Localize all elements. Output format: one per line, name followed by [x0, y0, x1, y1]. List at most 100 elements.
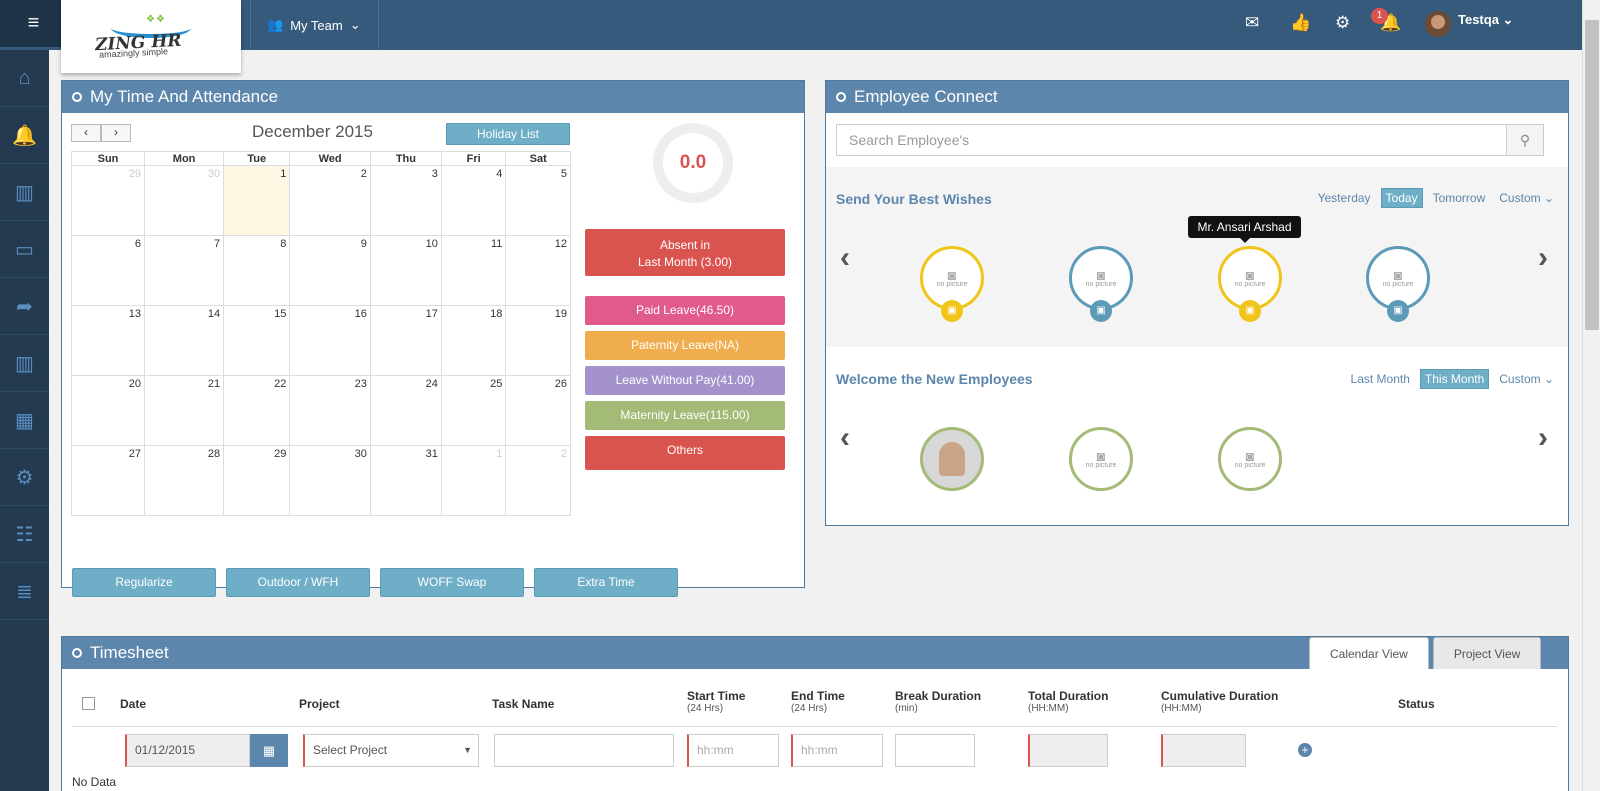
calendar-day[interactable]: 8: [223, 235, 291, 306]
gears-icon[interactable]: ⚙: [0, 449, 49, 506]
calendar-day[interactable]: 29: [223, 445, 291, 516]
leave-without-pay-button[interactable]: Leave Without Pay(41.00): [585, 366, 785, 395]
woff-swap-button[interactable]: WOFF Swap: [380, 568, 524, 597]
mail-icon[interactable]: ✉: [1245, 13, 1259, 33]
calendar-day[interactable]: 31: [369, 445, 442, 516]
calendar-day[interactable]: 22: [223, 375, 291, 446]
calendar-day[interactable]: 24: [369, 375, 442, 446]
filter-last-month[interactable]: Last Month: [1347, 370, 1414, 388]
calendar-day[interactable]: 30: [144, 165, 225, 236]
new-next-arrow[interactable]: ›: [1538, 421, 1548, 455]
calendar-day[interactable]: 6: [70, 235, 146, 306]
filter-custom[interactable]: Custom ⌄: [1495, 189, 1558, 207]
calendar-day[interactable]: 4: [440, 165, 507, 236]
paternity-leave-button[interactable]: Paternity Leave(NA): [585, 331, 785, 360]
tab-project-view[interactable]: Project View: [1432, 637, 1542, 669]
monitor-icon[interactable]: ▭: [0, 221, 49, 278]
calendar-day[interactable]: 20: [70, 375, 146, 446]
task-name-input[interactable]: [494, 734, 674, 767]
calendar-day[interactable]: 23: [289, 375, 371, 446]
extra-time-button[interactable]: Extra Time: [534, 568, 678, 597]
thumbs-up-icon[interactable]: 👍: [1290, 13, 1311, 33]
calendar-icon[interactable]: ▦: [0, 392, 49, 449]
calendar-day[interactable]: 3: [369, 165, 442, 236]
absent-button[interactable]: Absent in Last Month (3.00): [585, 229, 785, 276]
date-input[interactable]: 01/12/2015: [125, 734, 250, 767]
employee-avatar[interactable]: ◙ no picture: [1069, 427, 1133, 491]
calendar-day[interactable]: 30: [289, 445, 371, 516]
prev-month-button[interactable]: ‹: [71, 124, 101, 142]
briefcase-icon[interactable]: ▣: [1090, 300, 1112, 322]
calendar-day[interactable]: 25: [440, 375, 507, 446]
filter-today[interactable]: Today: [1380, 188, 1423, 208]
report-icon[interactable]: ▥: [0, 335, 49, 392]
gear-icon[interactable]: ⚙: [1335, 13, 1350, 33]
user-menu[interactable]: Testqa ⌄: [1458, 12, 1513, 28]
calendar-day[interactable]: 1: [223, 165, 291, 236]
scrollbar-thumb[interactable]: [1585, 20, 1599, 330]
page-scrollbar[interactable]: [1582, 0, 1600, 791]
calendar-day[interactable]: 13: [70, 305, 146, 376]
others-leave-button[interactable]: Others: [585, 436, 785, 470]
share-icon[interactable]: ➦: [0, 278, 49, 335]
calendar-day[interactable]: 27: [70, 445, 146, 516]
tab-calendar-view[interactable]: Calendar View: [1309, 637, 1429, 669]
calendar-icon[interactable]: ▦: [250, 734, 288, 767]
project-select[interactable]: Select Project ▼: [303, 734, 479, 767]
menu-toggle-button[interactable]: ≡: [0, 0, 67, 47]
calendar-day[interactable]: 11: [440, 235, 507, 306]
calendar-day[interactable]: 14: [144, 305, 225, 376]
calendar-day[interactable]: 21: [144, 375, 225, 446]
calendar-day[interactable]: 2: [505, 445, 571, 516]
home-icon[interactable]: ⌂: [0, 50, 49, 107]
end-time-input[interactable]: hh:mm: [791, 734, 883, 767]
company-logo[interactable]: ❖❖ ZING HR amazingly simple: [61, 0, 241, 73]
calendar-day[interactable]: 2: [289, 165, 371, 236]
maternity-leave-button[interactable]: Maternity Leave(115.00): [585, 401, 785, 430]
briefcase-icon[interactable]: ▣: [1387, 300, 1409, 322]
calendar-day[interactable]: 7: [144, 235, 225, 306]
paid-leave-button[interactable]: Paid Leave(46.50): [585, 296, 785, 325]
sitemap-icon[interactable]: ☷: [0, 506, 49, 563]
calendar-day[interactable]: 28: [144, 445, 225, 516]
add-row-icon[interactable]: +: [1298, 743, 1312, 757]
calendar-day[interactable]: 16: [289, 305, 371, 376]
holiday-list-button[interactable]: Holiday List: [446, 123, 570, 145]
next-month-button[interactable]: ›: [101, 124, 131, 142]
project-select-value: Select Project: [313, 743, 388, 757]
calendar-day[interactable]: 1: [440, 445, 507, 516]
search-input[interactable]: Search Employee's: [837, 125, 1506, 155]
calendar-day[interactable]: 29: [70, 165, 146, 236]
server-icon[interactable]: ≣: [0, 563, 49, 620]
calendar-day[interactable]: 9: [289, 235, 371, 306]
wishes-next-arrow[interactable]: ›: [1538, 241, 1548, 275]
calendar-day[interactable]: 17: [369, 305, 442, 376]
employee-avatar[interactable]: ◙ no picture: [1218, 427, 1282, 491]
bell-icon[interactable]: 🔔: [0, 107, 49, 164]
calendar-day[interactable]: 5: [505, 165, 571, 236]
filter-tomorrow[interactable]: Tomorrow: [1429, 189, 1490, 207]
regularize-button[interactable]: Regularize: [72, 568, 216, 597]
calendar-day[interactable]: 10: [369, 235, 442, 306]
calendar-day[interactable]: 19: [505, 305, 571, 376]
filter-this-month[interactable]: This Month: [1419, 369, 1490, 389]
calendar-day[interactable]: 26: [505, 375, 571, 446]
avatar[interactable]: [1425, 11, 1451, 37]
search-icon[interactable]: ⚲: [1506, 125, 1543, 155]
calendar-day[interactable]: 18: [440, 305, 507, 376]
outdoor-wfh-button[interactable]: Outdoor / WFH: [226, 568, 370, 597]
break-duration-input[interactable]: [895, 734, 975, 767]
calendar-day[interactable]: 15: [223, 305, 291, 376]
wishes-prev-arrow[interactable]: ‹: [840, 241, 850, 275]
employee-photo[interactable]: [920, 427, 984, 491]
my-team-menu[interactable]: 👥 My Team ⌄: [250, 0, 379, 50]
filter-yesterday[interactable]: Yesterday: [1314, 189, 1375, 207]
gift-icon[interactable]: ▣: [941, 300, 963, 322]
chart-icon[interactable]: ▥: [0, 164, 49, 221]
calendar-day[interactable]: 12: [505, 235, 571, 306]
new-prev-arrow[interactable]: ‹: [840, 421, 850, 455]
select-all-checkbox[interactable]: [82, 697, 95, 710]
filter-custom[interactable]: Custom ⌄: [1495, 370, 1558, 388]
gift-icon[interactable]: ▣: [1239, 300, 1261, 322]
start-time-input[interactable]: hh:mm: [687, 734, 779, 767]
